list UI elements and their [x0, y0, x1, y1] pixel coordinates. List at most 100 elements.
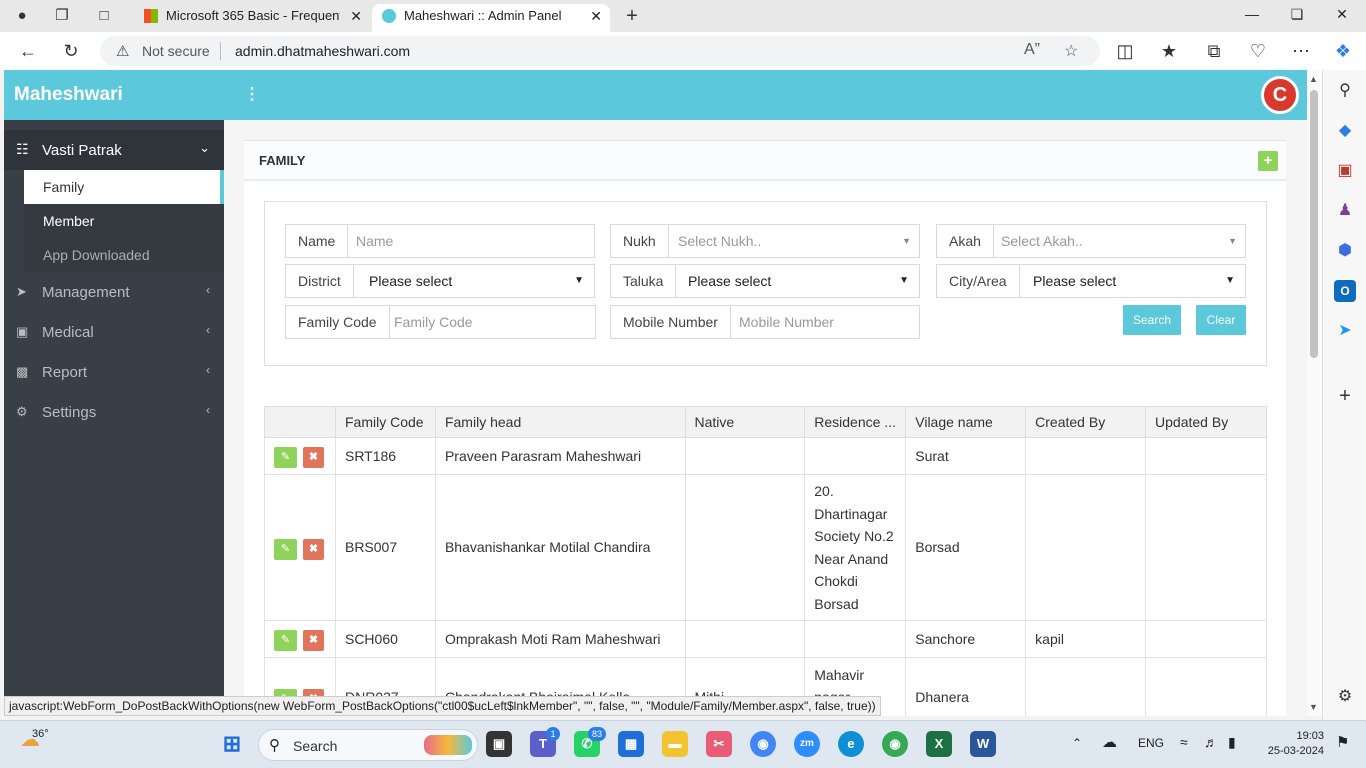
address-bar[interactable]: ⚠ Not secure admin.dhatmaheshwari.com A”… — [100, 36, 1100, 66]
security-label[interactable]: Not secure — [142, 43, 210, 59]
sidebar-item-settings[interactable]: ⚙ Settings ‹ — [4, 392, 224, 432]
tab-microsoft-365[interactable]: Microsoft 365 Basic - Frequently ✕ — [134, 4, 370, 32]
close-tab-icon[interactable]: ✕ — [350, 4, 362, 28]
zoom-icon[interactable]: zm — [794, 731, 820, 757]
store-icon[interactable]: ▦ — [618, 731, 644, 757]
sidebar-subitem-app-downloaded[interactable]: App Downloaded — [24, 238, 224, 272]
add-sidebar-icon[interactable]: + — [1334, 385, 1356, 407]
close-window-icon[interactable]: ✕ — [1332, 6, 1352, 23]
profile-icon[interactable]: ● — [12, 6, 32, 26]
task-view-icon[interactable]: ▣ — [486, 731, 512, 757]
teams-badge: 1 — [546, 727, 560, 741]
weather-temp[interactable]: 36° — [32, 728, 49, 740]
search-button[interactable]: Search — [1123, 305, 1181, 335]
language-indicator[interactable]: ENG — [1138, 736, 1164, 750]
favorite-star-icon[interactable]: ☆ — [1064, 41, 1078, 61]
sidebar-subitem-family[interactable]: Family — [24, 170, 224, 204]
sidebar-item-medical[interactable]: ▣ Medical ‹ — [4, 312, 224, 352]
sidebar-item-vasti-patrak[interactable]: ☷ Vasti Patrak ⌄ — [4, 130, 224, 170]
refresh-icon[interactable]: ↻ — [60, 41, 82, 61]
add-family-button[interactable]: + — [1258, 151, 1278, 171]
copilot-icon[interactable]: ❖ — [1332, 41, 1354, 61]
akah-select[interactable]: Select Akah.. — [993, 225, 1083, 257]
url-text[interactable]: admin.dhatmaheshwari.com — [235, 43, 410, 59]
clear-button[interactable]: Clear — [1196, 305, 1246, 335]
microsoft-365-icon[interactable]: ⬢ — [1334, 240, 1356, 262]
restore-icon[interactable]: ❏ — [1287, 6, 1307, 23]
onedrive-icon[interactable]: ☁ — [1102, 733, 1117, 751]
delete-x-icon[interactable]: ✖ — [303, 447, 324, 468]
chevron-left-icon: ‹ — [206, 323, 210, 337]
sitemap-icon: ☷ — [16, 141, 29, 157]
col-family-head[interactable]: Family head — [434, 406, 686, 438]
delete-x-icon[interactable]: ✖ — [303, 630, 324, 651]
read-aloud-icon[interactable]: A” — [1024, 41, 1040, 59]
browser-essentials-icon[interactable]: ♡ — [1247, 41, 1269, 61]
col-residence[interactable]: Residence ... — [804, 406, 907, 438]
col-native[interactable]: Native — [684, 406, 806, 438]
edit-pencil-icon[interactable]: ✎ — [274, 538, 297, 560]
start-icon[interactable]: ⊞ — [219, 731, 245, 757]
page-scrollbar[interactable]: ▲ ▼ — [1307, 70, 1322, 716]
edge-icon[interactable]: e — [838, 731, 864, 757]
word-icon[interactable]: W — [970, 731, 996, 757]
chevron-up-icon[interactable]: ⌃ — [1072, 736, 1082, 750]
more-menu-icon[interactable]: ⋯ — [1290, 41, 1312, 61]
notification-bell-icon[interactable]: ⚑ — [1336, 733, 1349, 751]
chrome-icon[interactable]: ◉ — [750, 731, 776, 757]
settings-gear-icon[interactable]: ⚙ — [1334, 686, 1356, 708]
workspaces-icon[interactable]: ❐ — [52, 6, 72, 26]
col-village[interactable]: Vilage name — [905, 406, 1027, 438]
edit-pencil-icon[interactable]: ✎ — [274, 447, 297, 468]
excel-icon[interactable]: X — [926, 731, 952, 757]
games-icon[interactable]: ♟ — [1334, 200, 1356, 222]
scroll-up-icon[interactable]: ▲ — [1309, 74, 1318, 84]
minimize-icon[interactable]: — — [1242, 6, 1262, 22]
battery-icon[interactable]: ▮ — [1228, 734, 1236, 751]
wifi-icon[interactable]: ≈ — [1180, 734, 1188, 750]
send-icon[interactable]: ➤ — [1334, 320, 1356, 342]
sidebar-subitem-member[interactable]: Member — [24, 204, 224, 238]
nukh-select[interactable]: Select Nukh.. — [670, 225, 761, 257]
clock[interactable]: 19:03 25-03-2024 — [1260, 729, 1324, 759]
search-icon[interactable]: ⚲ — [1334, 80, 1356, 102]
brand-title[interactable]: Maheshwari — [14, 84, 123, 106]
shopping-tag-icon[interactable]: ◆ — [1334, 120, 1356, 142]
sidebar-item-report[interactable]: ▩ Report ‹ — [4, 352, 224, 392]
filter-box: Name Name Nukh Select Nukh.. ▼ Akah Sele… — [264, 201, 1267, 366]
tools-briefcase-icon[interactable]: ▣ — [1334, 160, 1356, 182]
collections-icon[interactable]: ⧉ — [1203, 41, 1225, 61]
mobile-input[interactable]: Mobile Number — [731, 306, 834, 338]
volume-icon[interactable]: ♬ — [1204, 734, 1218, 750]
cell-updated-by — [1145, 657, 1267, 716]
col-created-by[interactable]: Created By — [1025, 406, 1147, 438]
edit-pencil-icon[interactable]: ✎ — [274, 630, 297, 651]
scrollbar-thumb[interactable] — [1310, 90, 1318, 358]
city-select[interactable]: Please select — [1021, 265, 1116, 297]
outlook-icon[interactable]: O — [1334, 280, 1356, 302]
district-select[interactable]: Please select — [357, 265, 452, 297]
tab-admin-panel[interactable]: Maheshwari :: Admin Panel ✕ — [372, 4, 610, 32]
sidebar-toggle-icon[interactable]: ⋮ — [244, 84, 260, 104]
caret-down-icon: ▼ — [899, 275, 909, 286]
close-tab-icon[interactable]: ✕ — [590, 4, 602, 28]
taluka-select[interactable]: Please select — [676, 265, 771, 297]
col-family-code[interactable]: Family Code — [334, 406, 436, 438]
delete-x-icon[interactable]: ✖ — [303, 538, 324, 560]
chrome-profile-icon[interactable]: ◉ — [882, 731, 908, 757]
sidebar-item-management[interactable]: ➤ Management ‹ — [4, 272, 224, 312]
user-logo[interactable]: C — [1261, 76, 1299, 114]
favorites-icon[interactable]: ★ — [1158, 41, 1180, 61]
col-updated-by[interactable]: Updated By — [1145, 406, 1267, 438]
family-code-input[interactable]: Family Code — [386, 306, 473, 338]
scroll-down-icon[interactable]: ▼ — [1309, 702, 1318, 712]
new-tab-icon[interactable]: + — [622, 6, 642, 26]
back-icon[interactable]: ← — [17, 41, 39, 61]
name-input[interactable]: Name — [348, 225, 393, 257]
col-actions — [264, 406, 336, 438]
snipping-tool-icon[interactable]: ✂ — [706, 731, 732, 757]
split-screen-icon[interactable]: ◫ — [1114, 41, 1136, 61]
tab-actions-icon[interactable]: □ — [94, 6, 114, 26]
taskbar-search[interactable]: ⚲ Search — [258, 729, 478, 761]
file-explorer-icon[interactable]: ▬ — [662, 731, 688, 757]
